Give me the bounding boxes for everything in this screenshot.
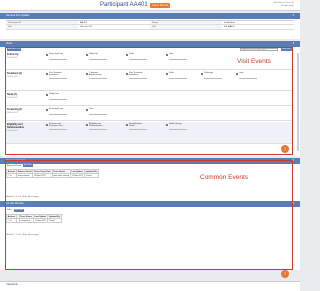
help-fab-button[interactable]: ? [281, 145, 289, 153]
info-value: Sub site 001 [80, 26, 93, 28]
general-info-title: General Info Update [6, 14, 30, 17]
casebook-section: Casebook [0, 281, 300, 291]
common-events-annotation-box [5, 160, 293, 270]
top-bar: Participant AA401 Cancel Dirty Ad OpenCl… [0, 0, 300, 11]
info-value: AA 401 [80, 21, 88, 24]
info-key: OID [150, 25, 222, 29]
visits-title: Visits [6, 42, 13, 45]
general-info-table: Participant ID AA 401 Status Invalidated… [6, 19, 294, 30]
page-title: Participant AA401 [100, 1, 148, 8]
common-events-annotation-label: Common Events [199, 174, 250, 181]
info-row: Site Sub site 001 OID SS_AA401 [6, 25, 294, 30]
header-action-button[interactable]: Cancel Dirty Ad [150, 3, 170, 8]
user-info: OpenClinica Core Ppt Simple Study [273, 2, 294, 8]
info-key: Participant ID [6, 20, 78, 24]
casebook-header[interactable]: Casebook [0, 281, 300, 287]
info-value: SS_AA401 [224, 26, 235, 28]
general-info-header[interactable]: General Info Update ▾ [0, 13, 300, 19]
info-key: Site [6, 25, 78, 29]
casebook-title: Casebook [6, 283, 18, 286]
help-fab-button[interactable]: ? [281, 270, 289, 278]
visits-scrollbar[interactable] [297, 53, 299, 151]
general-info-section: General Info Update ▾ Participant ID AA … [0, 13, 300, 39]
user-line-2: Simple Study [281, 4, 294, 7]
collapse-icon[interactable]: ▾ [292, 13, 294, 19]
info-key: Status [150, 20, 222, 24]
info-value: Invalidated [224, 21, 235, 24]
visit-events-annotation-label: Visit Events [236, 58, 272, 65]
